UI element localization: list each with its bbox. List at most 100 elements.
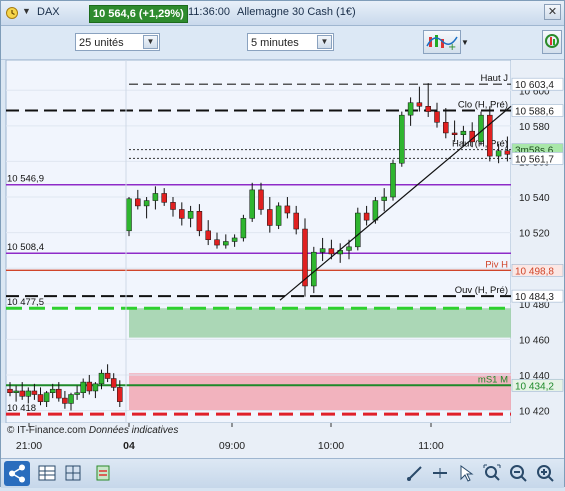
candle-body [223, 241, 229, 246]
x-tick-label: 21:00 [16, 440, 42, 452]
chart-settings-icon [545, 34, 559, 48]
zoom-out-icon [510, 465, 527, 482]
zoom-in-icon [537, 465, 554, 482]
table-button[interactable] [37, 463, 57, 483]
candle-body [460, 130, 467, 135]
drawing-tools-icon [96, 465, 110, 481]
candle-body [205, 230, 211, 240]
horizontal-line-icon [433, 468, 447, 478]
candle-body [275, 205, 282, 226]
candle-body [249, 189, 255, 219]
chevron-down-icon[interactable]: ▼ [317, 35, 332, 49]
candle-body [143, 200, 150, 207]
zoom-out-button[interactable] [508, 463, 528, 483]
drawing-tools-button[interactable] [93, 463, 113, 483]
candle-body [478, 114, 484, 143]
candle-body [161, 193, 167, 203]
candle-body [43, 392, 50, 402]
candle-body [92, 383, 99, 392]
green-zone [129, 308, 511, 338]
share-button[interactable] [4, 461, 30, 486]
candle-body [240, 218, 247, 239]
candle-body [7, 388, 13, 393]
price-label: 10 588,6 [515, 107, 554, 118]
indicators-dropdown-icon[interactable]: ▼ [461, 38, 469, 47]
copyright-text: © IT-Finance.com [7, 425, 89, 436]
price-label: 10 484,3 [515, 292, 554, 303]
candle-body [179, 209, 185, 219]
price-label: 10 603,4 [515, 80, 554, 91]
candle-body [126, 198, 132, 232]
candle-body [62, 397, 68, 404]
x-tick-label: 09:00 [219, 440, 245, 452]
x-tick-label: 11:00 [418, 440, 444, 452]
candle-body [346, 246, 352, 251]
level-tag: Clo (H, Pré) [458, 100, 508, 111]
grid-button[interactable] [63, 463, 83, 483]
candle-body [49, 388, 56, 393]
level-tag: Haut J [481, 73, 509, 84]
candle-body [416, 102, 423, 107]
x-tick-label: 10:00 [318, 440, 344, 452]
toolbar: 25 unités ▼ 5 minutes ▼ + ▼ [1, 26, 564, 60]
candle-body [214, 239, 220, 246]
svg-text:+: + [448, 42, 456, 53]
menu-arrow-icon[interactable]: ▼ [22, 6, 31, 16]
y-tick-label: 10 580 [519, 122, 550, 133]
candle-body [390, 162, 396, 198]
units-select[interactable]: 25 unités ▼ [75, 33, 160, 51]
candle-body [443, 122, 449, 134]
bottom-toolbar [1, 458, 564, 488]
price-label: 10 434,2 [515, 381, 554, 392]
candle-body [98, 372, 105, 385]
price-chart[interactable]: 10 42010 44010 46010 48010 50010 52010 5… [1, 60, 564, 458]
table-icon [38, 465, 56, 481]
cursor-tool-icon [460, 465, 474, 482]
candle-body [258, 189, 264, 210]
symbol-label[interactable]: DAX [37, 6, 60, 18]
cursor-tool-button[interactable] [456, 463, 476, 483]
units-select-value: 25 unités [79, 37, 124, 49]
interval-select-value: 5 minutes [251, 37, 299, 49]
level-tag: Ouv (H, Pré) [455, 285, 508, 296]
price-label: 10 561,7 [515, 154, 554, 165]
alarm-icon[interactable] [5, 6, 19, 20]
candle-body [425, 106, 431, 112]
zoom-area-button[interactable] [482, 463, 502, 483]
price-label: 10 498,8 [515, 266, 554, 277]
candle-body [25, 390, 32, 397]
candle-body [434, 111, 440, 123]
candle-body [319, 248, 326, 253]
y-tick-label: 10 420 [519, 407, 550, 418]
x-tick-label: 04 [123, 440, 135, 452]
candle-body [13, 390, 19, 393]
horizontal-line-button[interactable] [430, 463, 450, 483]
candle-body [381, 196, 387, 201]
candle-body [56, 388, 62, 399]
candle-body [407, 102, 414, 116]
price-change-badge: 10 564,6 (+1,29%) [89, 5, 188, 23]
level-tag: Piv H [485, 259, 508, 270]
candle-body [311, 251, 317, 287]
zoom-area-icon [483, 464, 501, 481]
candle-body [170, 202, 176, 210]
candle-body [68, 394, 74, 404]
zoom-in-button[interactable] [535, 463, 555, 483]
interval-select[interactable]: 5 minutes ▼ [247, 33, 334, 51]
candle-body [152, 193, 159, 201]
candle-body [363, 212, 370, 221]
chart-window: ▼ DAX 10 564,6 (+1,29%) 11:36:00 Allemag… [0, 0, 565, 488]
candle-body [187, 211, 194, 219]
level-tag: 10 546,9 [7, 174, 44, 185]
candle-body [399, 114, 405, 164]
draw-line-button[interactable] [405, 463, 425, 483]
red-zone [129, 373, 511, 411]
indicators-icon: + [426, 35, 458, 53]
chart-settings-button[interactable] [542, 30, 562, 54]
close-button[interactable]: ✕ [544, 4, 561, 20]
indicators-button[interactable]: + [423, 30, 461, 54]
chevron-down-icon[interactable]: ▼ [143, 35, 158, 49]
candle-body [231, 237, 238, 242]
candle-body [293, 212, 299, 230]
y-tick-label: 10 520 [519, 229, 550, 240]
